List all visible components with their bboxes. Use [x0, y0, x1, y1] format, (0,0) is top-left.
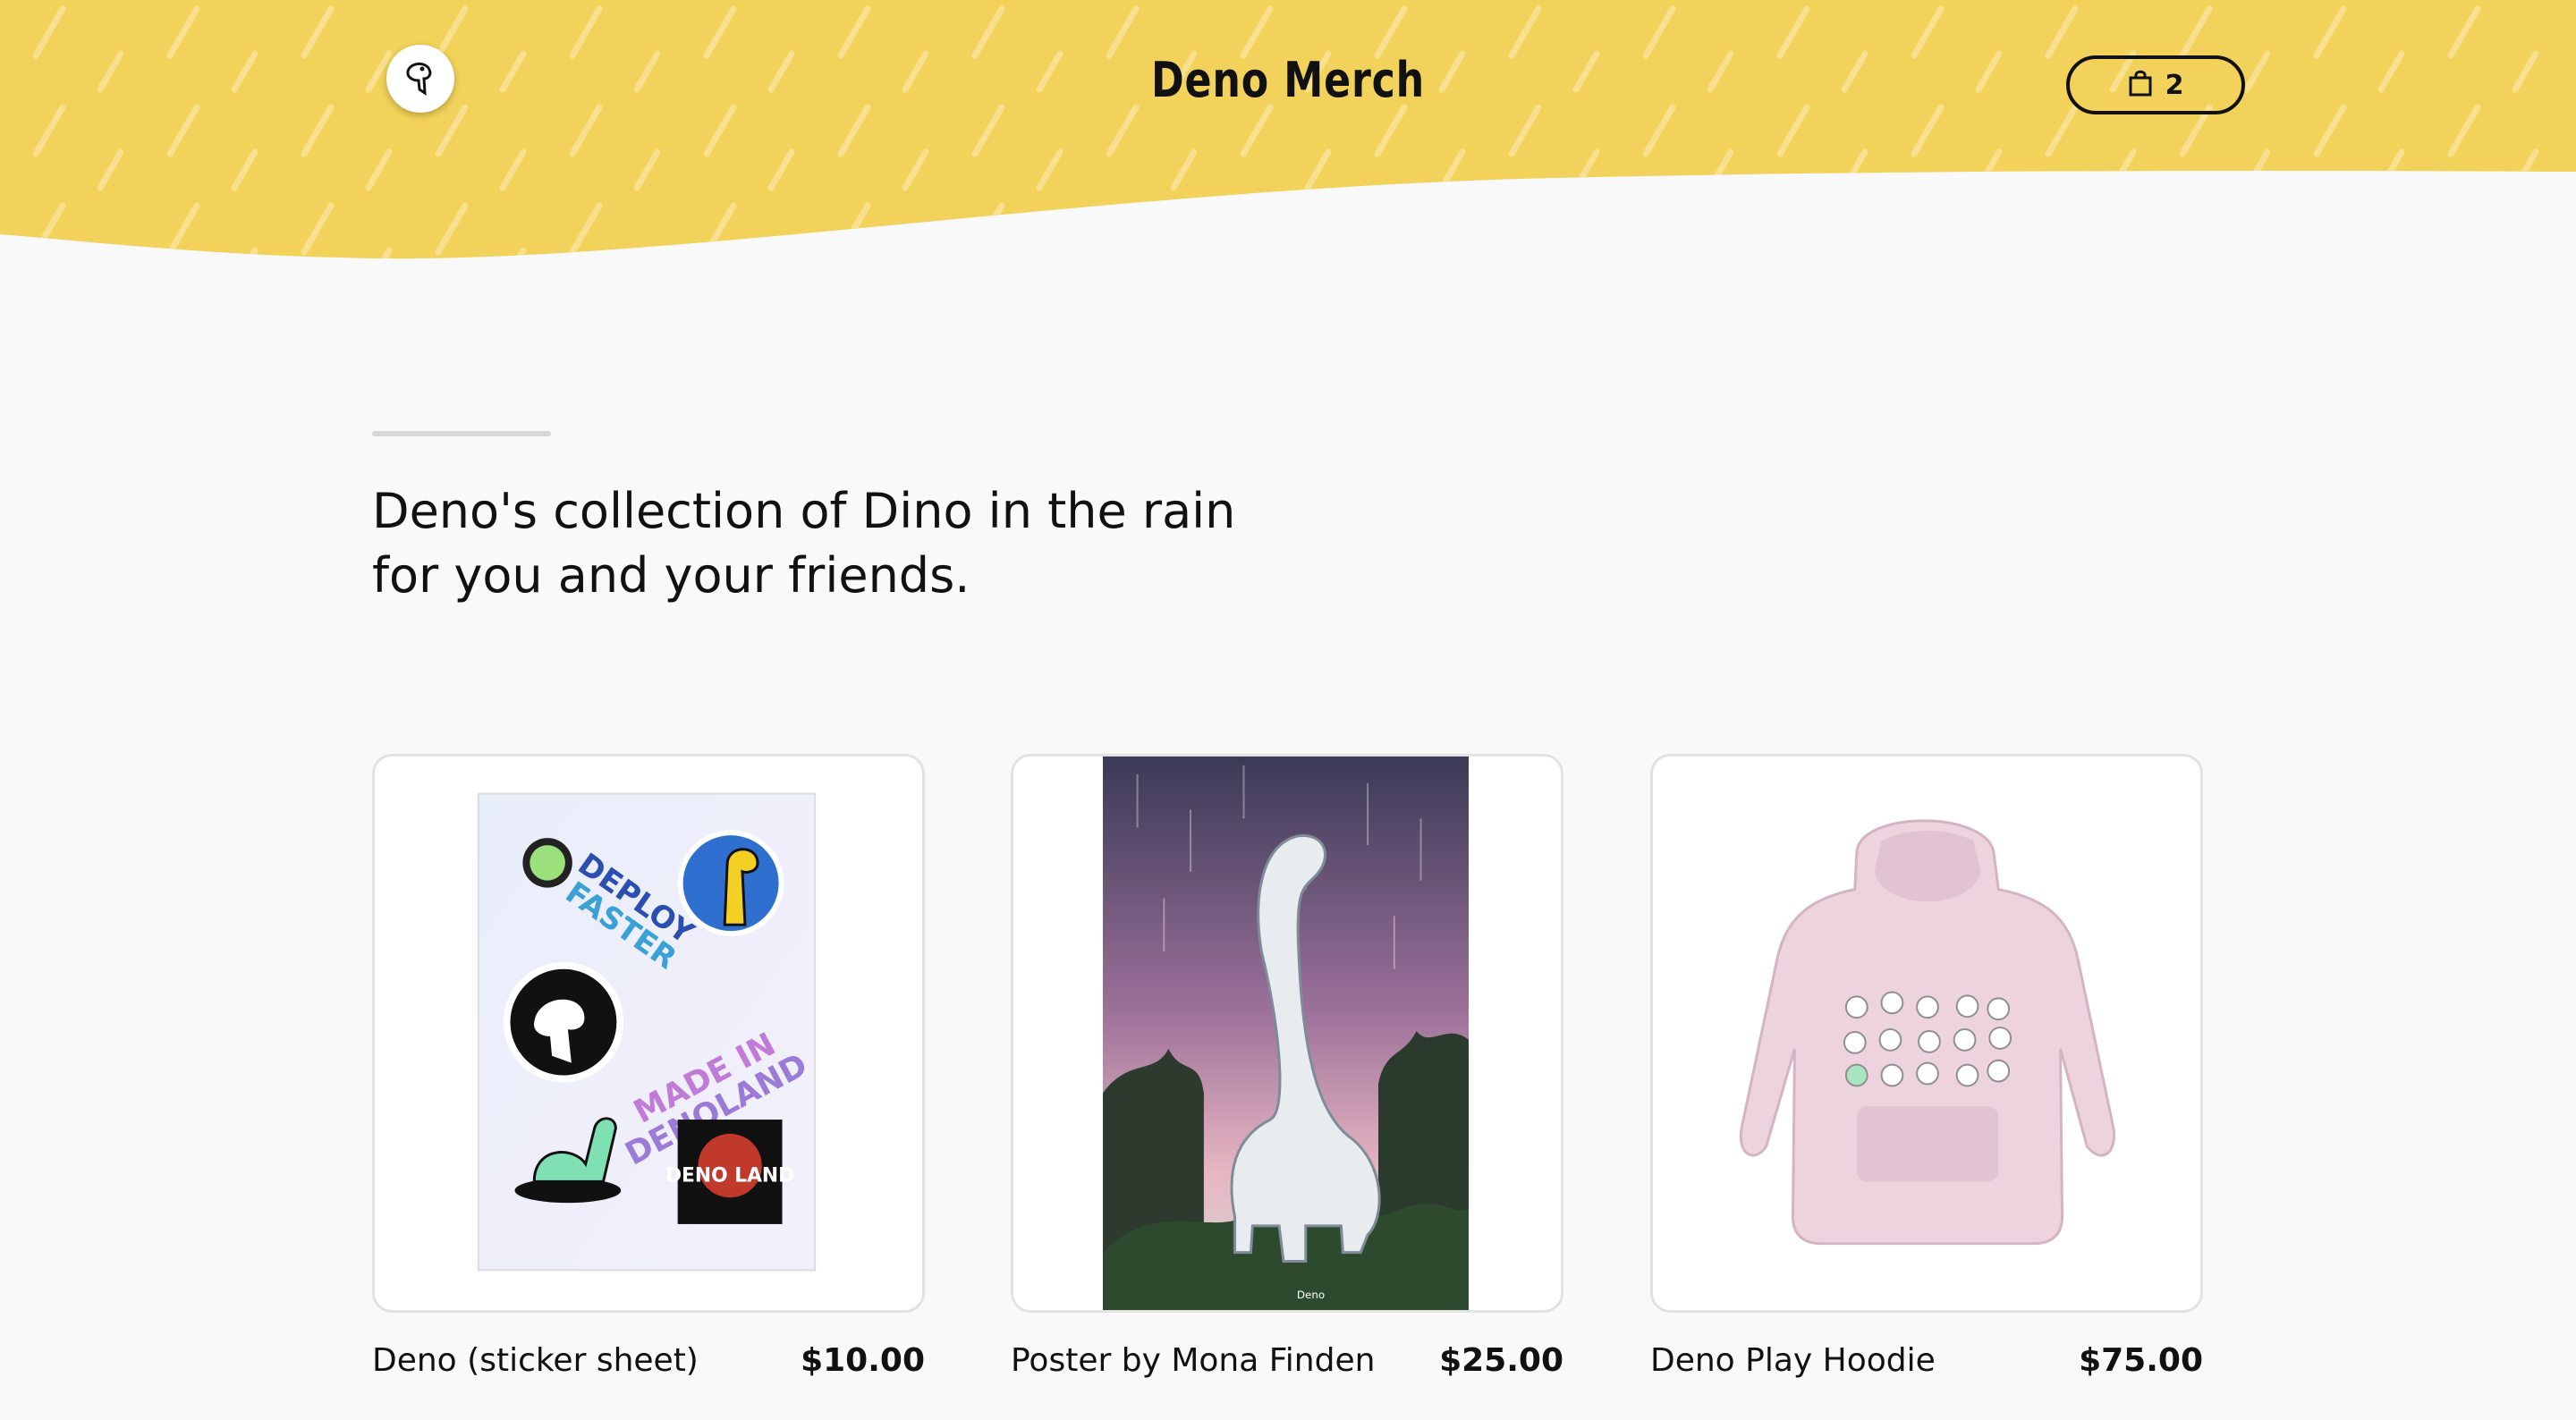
product-caption-hoodie: Deno Play Hoodie $75.00 [1650, 1338, 2203, 1382]
shopping-bag-icon [2128, 69, 2153, 102]
cart-button[interactable]: 2 [2066, 55, 2245, 114]
site-header: Deno Merch 2 [0, 0, 2576, 268]
product-price: $75.00 [2079, 1341, 2203, 1379]
product-price: $25.00 [1439, 1341, 1563, 1379]
cart-count: 2 [2165, 69, 2184, 101]
product-card-hoodie[interactable] [1650, 754, 2203, 1313]
section-divider [372, 431, 551, 436]
product-card-poster[interactable]: Deno [1011, 754, 1563, 1313]
header-wave-background [0, 0, 2576, 259]
dino-poster-image: Deno [1013, 756, 1561, 1310]
product-name[interactable]: Deno Play Hoodie [1650, 1342, 1936, 1379]
pink-hoodie-image [1739, 819, 2115, 1246]
site-title[interactable]: Deno Merch [232, 52, 2344, 108]
product-name[interactable]: Poster by Mona Finden [1011, 1342, 1375, 1379]
product-price: $10.00 [801, 1341, 925, 1379]
intro-line-2: for you and your friends. [372, 547, 970, 604]
intro-line-1: Deno's collection of Dino in the rain [372, 483, 1236, 539]
product-name[interactable]: Deno (sticker sheet) [372, 1342, 699, 1379]
product-caption-poster: Poster by Mona Finden $25.00 [1011, 1338, 1563, 1382]
svg-text:DENO LAND: DENO LAND [665, 1164, 794, 1187]
svg-text:Deno: Deno [1297, 1289, 1325, 1301]
product-caption-sticker-sheet: Deno (sticker sheet) $10.00 [372, 1338, 925, 1382]
sticker-sheet-image: DEPLOY FASTER MADE IN DENOLAND DENO LAND [477, 792, 817, 1272]
product-card-sticker-sheet[interactable]: DEPLOY FASTER MADE IN DENOLAND DENO LAND [372, 754, 925, 1313]
collection-intro: Deno's collection of Dino in the rain fo… [372, 479, 1356, 608]
